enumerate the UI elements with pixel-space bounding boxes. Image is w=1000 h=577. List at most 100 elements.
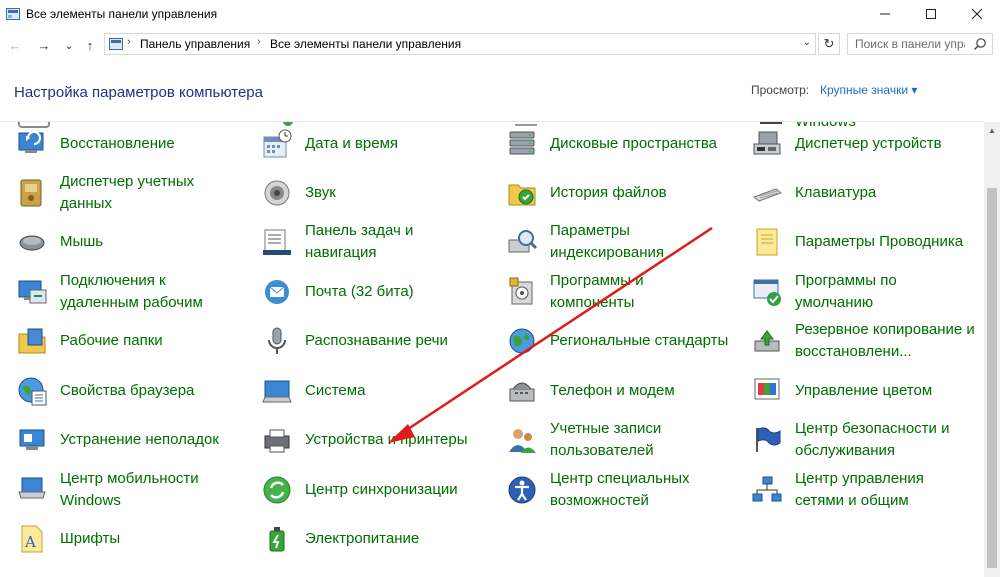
item-label: Звук <box>305 184 336 201</box>
partial-item-icon <box>760 122 782 124</box>
window-title: Все элементы панели управления <box>26 7 218 21</box>
control-panel-item[interactable]: Почта (32 бита) <box>261 276 485 308</box>
control-panel-item[interactable]: Подключения к удаленным рабочим <box>16 270 240 314</box>
devices-printers-icon <box>264 429 290 453</box>
control-panel-item[interactable]: A Шрифты <box>16 523 240 555</box>
control-panel-item[interactable]: Центр синхронизации <box>261 474 485 506</box>
control-panel-item[interactable]: Панель задач и навигация <box>261 220 485 264</box>
minimize-button[interactable] <box>862 0 908 28</box>
breadcrumb-all-items[interactable]: Все элементы панели управления <box>270 37 461 51</box>
item-label: Подключения к удаленным рабочим <box>60 272 203 311</box>
refresh-icon: ↻ <box>823 36 835 51</box>
power-options-icon <box>269 527 285 552</box>
indexing-icon <box>508 230 538 253</box>
forward-arrow-icon: → <box>37 37 51 53</box>
control-panel-item[interactable]: Восстановление <box>16 128 240 160</box>
mail-icon <box>265 280 289 304</box>
item-label: Программы и компоненты <box>550 272 644 311</box>
control-panel-item[interactable]: Центр безопасности и обслуживания <box>751 418 975 462</box>
control-panel-item[interactable]: Устройства и принтеры <box>261 424 485 456</box>
close-button[interactable] <box>954 0 1000 28</box>
mouse-icon <box>19 235 45 251</box>
item-label: Региональные стандарты <box>550 332 729 349</box>
control-panel-item[interactable]: Рабочие папки <box>16 325 240 357</box>
control-panel-item[interactable]: Диспетчер учетных данных <box>16 171 240 215</box>
item-label: Учетные записи пользователей <box>550 420 662 459</box>
item-label: История файлов <box>550 184 667 201</box>
breadcrumb-control-panel[interactable]: Панель управления <box>140 37 250 51</box>
item-label: Система <box>305 382 366 399</box>
item-label: Центр безопасности и обслуживания <box>795 420 950 459</box>
item-label: Дата и время <box>305 135 399 152</box>
control-panel-item[interactable]: Центр мобильности Windows <box>16 468 240 512</box>
control-panel-app-icon <box>6 8 20 20</box>
page-title: Настройка параметров компьютера <box>14 84 263 101</box>
search-icon <box>974 38 986 50</box>
item-label: Шрифты <box>60 530 121 547</box>
control-panel-item[interactable]: Резервное копирование и восстановлени... <box>751 319 975 363</box>
control-panel-item[interactable]: Дисковые пространства <box>506 128 730 160</box>
control-panel-item[interactable]: Учетные записи пользователей <box>506 418 730 462</box>
control-panel-item[interactable]: Диспетчер устройств <box>751 128 975 160</box>
svg-text:A: A <box>24 533 36 551</box>
back-arrow-icon: ← <box>8 37 22 53</box>
control-panel-item[interactable]: Управление цветом <box>751 375 975 407</box>
partial-item-icon <box>283 122 293 126</box>
backup-icon <box>754 330 780 352</box>
mobility-center-icon <box>18 477 46 499</box>
caret-down-icon: ▾ <box>911 83 918 97</box>
recent-locations-button[interactable]: ⌄ <box>60 35 78 55</box>
control-panel-item[interactable]: Электропитание <box>261 523 485 555</box>
control-panel-item[interactable]: Дата и время <box>261 128 485 160</box>
control-panel-item[interactable]: Свойства браузера <box>16 375 240 407</box>
address-dropdown-icon[interactable]: ⌄ <box>803 37 811 48</box>
control-panel-item[interactable]: Мышь <box>16 226 240 258</box>
sync-center-icon <box>263 476 291 504</box>
control-panel-item[interactable]: Звук <box>261 177 485 209</box>
maximize-button[interactable] <box>908 0 954 28</box>
search-placeholder: Поиск в панели упра... <box>855 37 965 51</box>
chevron-down-icon: ⌄ <box>64 39 74 52</box>
item-label: Диспетчер учетных данных <box>60 173 195 212</box>
items-grid: Windows ВосстановлениеДата и времяДисков… <box>0 122 984 577</box>
breadcrumb-separator: › <box>257 36 261 48</box>
item-label: Почта (32 бита) <box>305 283 414 300</box>
control-panel-item[interactable]: Система <box>261 375 485 407</box>
control-panel-item[interactable]: Региональные стандарты <box>506 325 730 357</box>
control-panel-item[interactable]: Телефон и модем <box>506 375 730 407</box>
control-panel-item[interactable]: Параметры индексирования <box>506 220 730 264</box>
system-icon <box>262 380 292 403</box>
back-button[interactable]: ← <box>6 35 24 55</box>
troubleshooting-icon <box>19 429 45 450</box>
view-by-label: Просмотр: <box>751 83 810 97</box>
up-button[interactable]: ↑ <box>81 35 99 55</box>
item-label: Управление цветом <box>795 382 933 399</box>
work-folders-icon <box>18 328 46 354</box>
address-bar[interactable]: › Панель управления › Все элементы панел… <box>104 33 816 55</box>
item-label: Дисковые пространства <box>550 135 718 152</box>
control-panel-item[interactable]: Распознавание речи <box>261 325 485 357</box>
forward-button[interactable]: → <box>35 35 53 55</box>
scroll-up-icon[interactable]: ▲ <box>984 122 1000 138</box>
control-panel-item[interactable]: Центр управления сетями и общим <box>751 468 975 512</box>
ease-of-access-icon <box>508 476 536 504</box>
refresh-button[interactable]: ↻ <box>818 33 840 55</box>
credential-manager-icon <box>20 179 42 207</box>
control-panel-item[interactable]: Программы по умолчанию <box>751 270 975 314</box>
breadcrumb-separator: › <box>127 36 131 48</box>
control-panel-item[interactable]: Параметры Проводника <box>751 226 975 258</box>
control-panel-item[interactable]: Клавиатура <box>751 177 975 209</box>
control-panel-item[interactable]: История файлов <box>506 177 730 209</box>
user-accounts-icon <box>509 429 536 453</box>
view-by-dropdown[interactable]: Крупные значки ▾ <box>820 83 917 97</box>
search-input[interactable]: Поиск в панели упра... <box>847 33 993 55</box>
control-panel-item[interactable]: Устранение неполадок <box>16 424 240 456</box>
speech-icon <box>268 327 286 354</box>
scrollbar-thumb[interactable] <box>987 188 997 568</box>
item-label: Центр мобильности Windows <box>60 470 199 509</box>
recovery-icon <box>18 131 44 153</box>
control-panel-item[interactable]: Центр специальных возможностей <box>506 468 730 512</box>
control-panel-item[interactable]: Программы и компоненты <box>506 270 730 314</box>
vertical-scrollbar[interactable]: ▲ <box>984 122 1000 577</box>
programs-icon <box>509 277 533 305</box>
